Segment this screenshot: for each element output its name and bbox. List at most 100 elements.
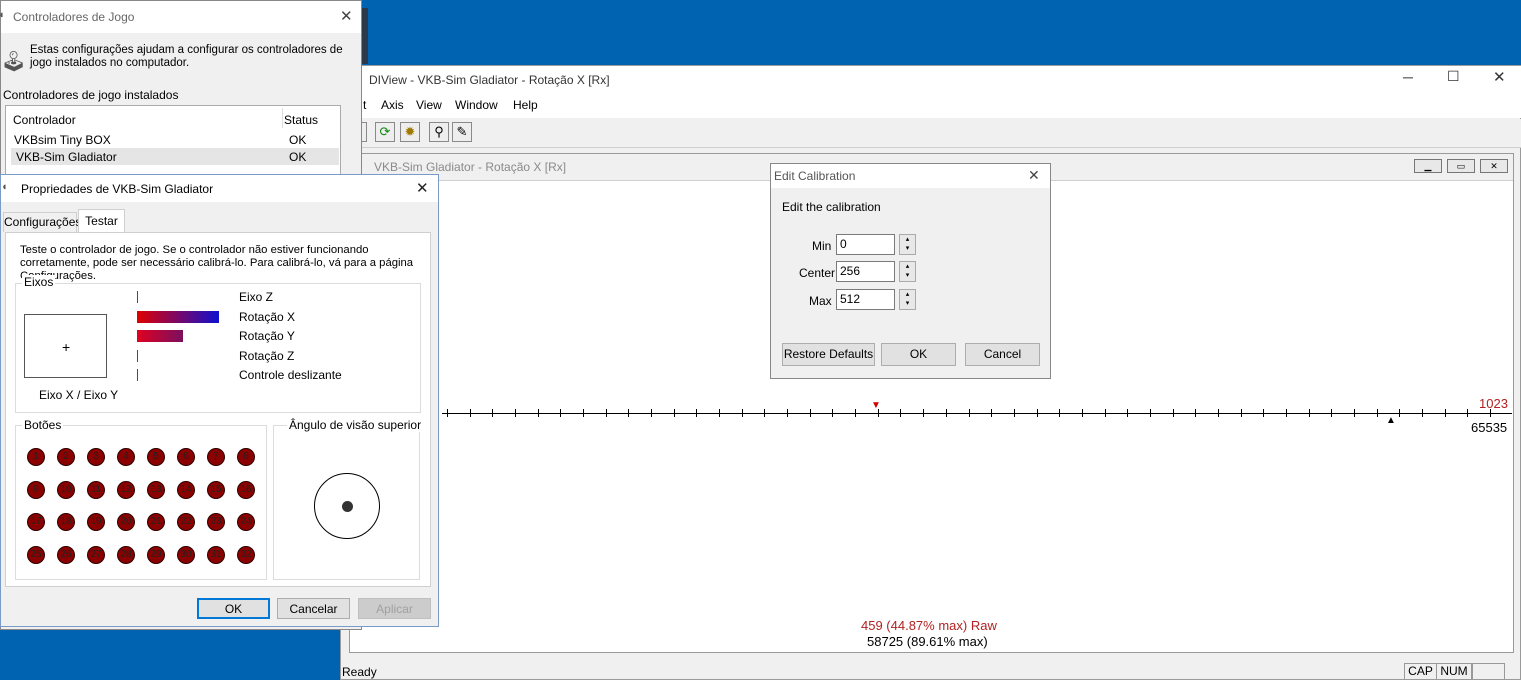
axis-tick <box>1331 409 1333 417</box>
xy-box: + <box>24 314 107 378</box>
calibration-ok-button[interactable]: OK <box>881 343 956 366</box>
axis-tick <box>1172 409 1174 417</box>
gamepad-icon: ◖ <box>1 181 8 193</box>
axis-tick <box>1285 409 1287 417</box>
menu-item-window[interactable]: Window <box>455 98 498 112</box>
axis-tick <box>1104 409 1106 417</box>
joystick-button-indicator: 8 <box>237 448 255 466</box>
child-restore-button[interactable]: ▭ <box>1447 159 1475 173</box>
child-close-button[interactable]: ✕ <box>1480 159 1508 173</box>
maximize-button[interactable]: ☐ <box>1447 68 1460 85</box>
scale-max-raw: 1023 <box>1479 396 1508 411</box>
axis-tick <box>968 409 970 417</box>
properties-close-button[interactable]: ✕ <box>416 179 429 197</box>
properties-apply-button[interactable]: Aplicar <box>358 598 431 619</box>
min-label: Min <box>812 239 832 253</box>
pov-group-label: Ângulo de visão superior <box>287 418 424 432</box>
tab-configuracoes[interactable]: Configurações <box>3 212 81 232</box>
axis-tick <box>1149 409 1151 417</box>
axis-label: Rotação Z <box>239 348 295 363</box>
axis-tick <box>1308 409 1310 417</box>
crosshair-icon: + <box>62 339 71 355</box>
joystick-button-indicator: 6 <box>177 448 195 466</box>
joystick-button-indicator: 13 <box>147 480 165 499</box>
joystick-button-indicator: 9 <box>27 480 45 499</box>
axis-tick <box>605 409 607 417</box>
axis-tick <box>1399 409 1401 417</box>
joystick-button-indicator: 4 <box>117 448 135 466</box>
pov-center-dot <box>342 501 353 512</box>
axis-tick <box>764 409 766 417</box>
controller-status: OK <box>289 150 307 164</box>
axis-tick <box>628 409 630 417</box>
calibration-cancel-button[interactable]: Cancel <box>965 343 1040 366</box>
axis-tick <box>832 409 834 417</box>
tab-testar[interactable]: Testar <box>78 209 125 233</box>
joystick-button-indicator: 32 <box>237 545 255 564</box>
refresh-icon[interactable]: ⟳ <box>375 122 395 142</box>
axis-tick <box>787 409 789 417</box>
child-title: VKB-Sim Gladiator - Rotação X [Rx] <box>374 160 567 174</box>
joystick-button-indicator: 21 <box>147 513 165 531</box>
menu-item-view[interactable]: View <box>416 98 442 112</box>
edit-icon[interactable]: ✎ <box>452 122 472 142</box>
controllers-list: Controlador Status VKBsim Tiny BOX OK VK… <box>5 105 341 175</box>
joystick-button-indicator: 31 <box>207 545 225 564</box>
column-header-status[interactable]: Status <box>284 113 318 127</box>
dlview-title: DIView - VKB-Sim Gladiator - Rotação X [… <box>369 73 610 87</box>
restore-defaults-button[interactable]: Restore Defaults <box>782 343 875 366</box>
axis-tick <box>1353 409 1355 417</box>
scale-max-value: 65535 <box>1471 420 1508 435</box>
list-item[interactable]: VKB-Sim Gladiator OK <box>11 148 339 165</box>
max-spinner[interactable]: ▴ ▾ <box>899 289 916 310</box>
tab-page: Teste o controlador de jogo. Se o contro… <box>5 232 431 587</box>
axis-tick <box>1467 409 1469 417</box>
axis-label: Controle deslizante <box>239 368 342 382</box>
axis-level-bar <box>137 349 138 362</box>
joystick-button-indicator: 10 <box>57 480 75 499</box>
max-input[interactable]: 512 <box>836 289 895 310</box>
min-input[interactable]: 0 <box>836 234 895 255</box>
axis-tick <box>1127 409 1129 417</box>
controller-name: VKBsim Tiny BOX <box>14 133 111 147</box>
joystick-button-indicator: 12 <box>117 480 135 499</box>
axis-tick <box>1059 409 1061 417</box>
menu-item-file[interactable]: t <box>363 98 366 112</box>
axis-tick <box>991 409 993 417</box>
axis-tick <box>809 409 811 417</box>
column-header-controller[interactable]: Controlador <box>13 113 76 127</box>
joystick-button-indicator: 25 <box>27 545 45 564</box>
pov-circle <box>314 473 380 539</box>
max-label: Max <box>809 294 832 308</box>
axis-tick <box>1421 409 1423 417</box>
axis-tick <box>923 409 925 417</box>
controllers-title: Controladores de Jogo <box>13 10 135 24</box>
joystick-icon: 🕹 <box>1 51 27 73</box>
axis-tick <box>1444 409 1446 417</box>
axis-tick <box>1036 409 1038 417</box>
menu-item-help[interactable]: Help <box>513 98 538 112</box>
calibration-close-button[interactable]: ✕ <box>1028 167 1040 184</box>
menu-item-axis[interactable]: Axis <box>381 98 404 112</box>
joystick-button-indicator: 17 <box>27 513 45 531</box>
axis-tick <box>900 409 902 417</box>
test-intro: Teste o controlador de jogo. Se o contro… <box>20 244 414 282</box>
joystick-button-indicator: 22 <box>177 513 195 531</box>
min-spinner[interactable]: ▴ ▾ <box>899 234 916 255</box>
center-label: Center <box>799 266 836 280</box>
joystick-button-indicator: 2 <box>57 448 75 466</box>
search-icon[interactable]: ⚲ <box>429 122 449 142</box>
child-minimize-button[interactable]: ▁ <box>1414 159 1442 173</box>
minimize-button[interactable]: ─ <box>1403 69 1413 85</box>
properties-cancel-button[interactable]: Cancelar <box>277 598 350 619</box>
center-spinner[interactable]: ▴ ▾ <box>899 261 916 282</box>
close-button[interactable]: ✕ <box>1493 68 1506 86</box>
properties-ok-button[interactable]: OK <box>197 598 270 619</box>
center-input[interactable]: 256 <box>836 261 895 282</box>
controllers-close-button[interactable]: ✕ <box>340 7 353 25</box>
list-item[interactable]: VKBsim Tiny BOX OK <box>7 131 339 148</box>
column-divider <box>282 108 283 128</box>
calibration-title: Edit Calibration <box>774 169 856 183</box>
settings-icon[interactable]: ✹ <box>400 122 420 142</box>
axis-level-bar <box>137 310 219 323</box>
